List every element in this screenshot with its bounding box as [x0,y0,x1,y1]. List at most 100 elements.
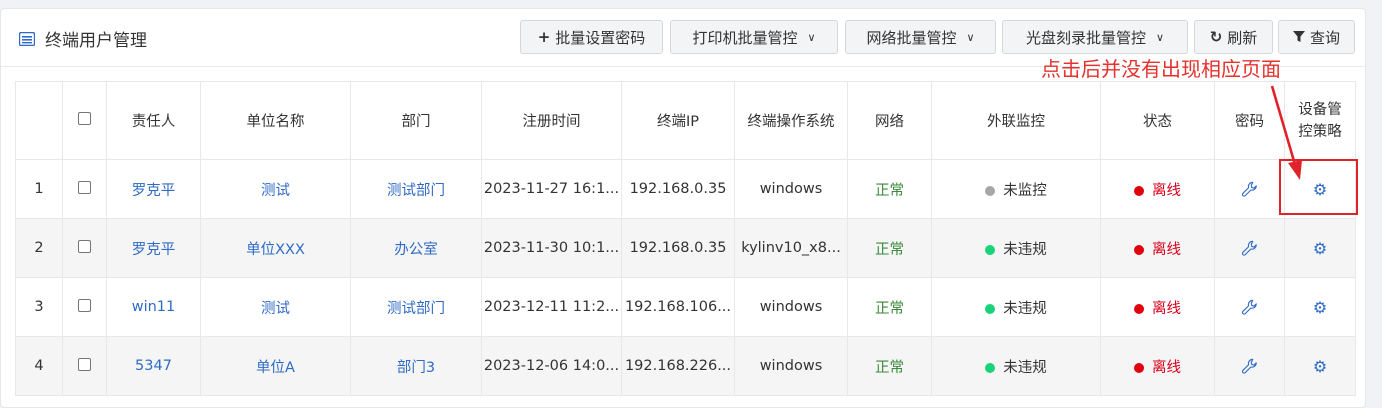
status-text: 离线 [1152,359,1181,376]
header-dept: 部门 [350,81,482,160]
monitor-cell: 未监控 [931,159,1101,219]
reg-time: 2023-11-27 16:1... [481,159,622,219]
row-index: 3 [15,277,63,337]
policy-cell: ⚙ [1284,277,1356,337]
unit-link[interactable]: 测试 [200,277,351,337]
row-checkbox[interactable] [78,239,91,253]
row-index: 4 [15,336,63,396]
header-os: 终端操作系统 [734,81,848,160]
status-cell: 离线 [1100,159,1215,219]
status-text: 离线 [1152,241,1181,258]
reg-time: 2023-12-06 14:0... [481,336,622,396]
disc-burn-batch-control-dropdown[interactable]: 光盘刻录批量管控 ∨ [1002,20,1188,54]
row-checkbox-cell [62,277,107,337]
select-all-checkbox[interactable] [78,112,91,125]
monitor-status-dot [985,244,996,255]
monitor-status: 未违规 [1003,300,1047,317]
row-index: 1 [15,159,63,219]
wrench-icon[interactable] [1241,299,1258,315]
header-unit: 单位名称 [200,81,351,160]
header-select-all [62,81,107,160]
owner-link[interactable]: 罗克平 [106,218,201,278]
status-cell: 离线 [1100,218,1215,278]
gear-icon[interactable]: ⚙ [1313,298,1327,317]
table-row: 2 罗克平 单位XXX 办公室 2023-11-30 10:1... 192.1… [15,218,1356,278]
offline-dot [1134,303,1144,314]
monitor-status-dot [985,362,996,373]
monitor-status-dot [985,303,996,314]
terminal-ip: 192.168.0.35 [621,218,735,278]
dept-link[interactable]: 测试部门 [350,159,482,219]
offline-dot [1134,362,1144,373]
gear-icon[interactable]: ⚙ [1313,357,1327,376]
table-row: 3 win11 测试 测试部门 2023-12-11 11:2... 192.1… [15,277,1356,337]
table-row: 4 5347 单位A 部门3 2023-12-06 14:0... 192.16… [15,336,1356,396]
gear-icon[interactable]: ⚙ [1313,239,1327,258]
wrench-icon[interactable] [1241,240,1258,256]
header-ip: 终端IP [621,81,735,160]
header-password: 密码 [1214,81,1285,160]
network-status: 正常 [847,277,932,337]
unit-link[interactable]: 测试 [200,159,351,219]
status-text: 离线 [1152,300,1181,317]
list-icon [19,31,35,46]
monitor-status: 未违规 [1003,241,1047,258]
monitor-status-dot [985,185,996,196]
wrench-icon[interactable] [1241,358,1258,374]
panel-title: 终端用户管理 [19,26,147,51]
status-cell: 离线 [1100,336,1215,396]
query-button[interactable]: 查询 [1278,20,1355,54]
reg-time: 2023-12-11 11:2... [481,277,622,337]
chevron-down-icon: ∨ [966,30,975,44]
annotation-highlight-box [1279,159,1358,215]
policy-cell: ⚙ [1284,336,1356,396]
refresh-button[interactable]: ↻ 刷新 [1194,20,1273,54]
dept-link[interactable]: 部门3 [350,336,482,396]
password-cell [1214,218,1285,278]
chevron-down-icon: ∨ [807,30,816,44]
dept-link[interactable]: 测试部门 [350,277,482,337]
row-checkbox[interactable] [78,357,91,371]
refresh-icon: ↻ [1209,28,1223,46]
header-reg-time: 注册时间 [481,81,622,160]
password-cell [1214,336,1285,396]
chevron-down-icon: ∨ [1155,30,1165,44]
terminal-os: kylinv10_x8... [734,218,848,278]
printer-batch-control-dropdown[interactable]: 打印机批量管控 ∨ [670,20,838,54]
row-checkbox[interactable] [78,180,91,194]
row-checkbox-cell [62,336,107,396]
owner-link[interactable]: win11 [106,277,201,337]
table-header-row: 责任人 单位名称 部门 注册时间 终端IP 终端操作系统 网络 外联监控 状态 … [15,81,1356,160]
unit-link[interactable]: 单位A [200,336,351,396]
password-cell [1214,159,1285,219]
terminal-ip: 192.168.0.35 [621,159,735,219]
owner-link[interactable]: 5347 [106,336,201,396]
network-batch-control-dropdown[interactable]: 网络批量管控 ∨ [845,20,996,54]
terminal-os: windows [734,159,848,219]
header-index [15,81,63,160]
dept-link[interactable]: 办公室 [350,218,482,278]
monitor-cell: 未违规 [931,336,1101,396]
terminal-os: windows [734,336,848,396]
offline-dot [1134,244,1144,255]
network-status: 正常 [847,159,932,219]
status-cell: 离线 [1100,277,1215,337]
monitor-cell: 未违规 [931,218,1101,278]
status-text: 离线 [1152,182,1181,199]
row-checkbox-cell [62,218,107,278]
row-checkbox-cell [62,159,107,219]
header-status: 状态 [1100,81,1215,160]
batch-set-password-button[interactable]: + 批量设置密码 [520,20,663,54]
unit-link[interactable]: 单位XXX [200,218,351,278]
header-network: 网络 [847,81,932,160]
terminal-os: windows [734,277,848,337]
plus-icon: + [537,28,551,46]
monitor-status: 未违规 [1003,359,1047,376]
row-checkbox[interactable] [78,298,91,312]
terminal-user-table: 责任人 单位名称 部门 注册时间 终端IP 终端操作系统 网络 外联监控 状态 … [15,81,1356,396]
table-row: 1 罗克平 测试 测试部门 2023-11-27 16:1... 192.168… [15,159,1356,219]
network-status: 正常 [847,218,932,278]
page-title: 终端用户管理 [45,31,147,51]
owner-link[interactable]: 罗克平 [106,159,201,219]
wrench-icon[interactable] [1241,181,1258,197]
